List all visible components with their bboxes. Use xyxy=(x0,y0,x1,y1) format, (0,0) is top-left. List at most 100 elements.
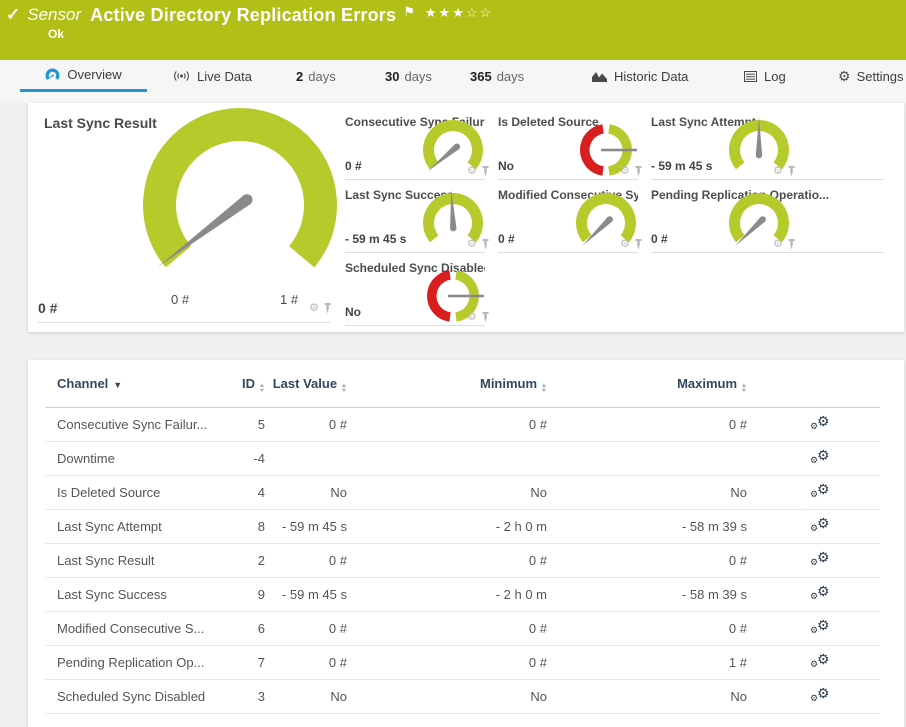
channel-actions: ⚙ ⚙ xyxy=(755,645,880,680)
gauge-value: 0 # xyxy=(651,232,668,246)
column-header-maximum[interactable]: Maximum ▲ ▼ xyxy=(555,360,755,408)
channel-maximum: - 58 m 39 s xyxy=(555,577,755,612)
log-icon xyxy=(744,70,757,82)
table-row: Scheduled Sync Disabled 3 No No No ⚙ ⚙ xyxy=(45,679,880,714)
panel-separator xyxy=(498,252,638,253)
gauge-scale-max: 1 # xyxy=(280,292,299,307)
gauge-settings-gear-icon[interactable]: ⚙ xyxy=(620,239,630,250)
panel-separator xyxy=(345,252,485,253)
tab-2-days[interactable]: 2 days xyxy=(288,60,344,92)
channel-maximum: 0 # xyxy=(555,611,755,646)
gauge-settings-gear-icon[interactable]: ⚙ xyxy=(467,312,477,323)
panel-separator xyxy=(345,179,485,180)
gauge-pin-icon[interactable] xyxy=(323,303,332,314)
channel-settings-icon[interactable]: ⚙ ⚙ xyxy=(810,516,832,536)
channel-settings-icon[interactable]: ⚙ ⚙ xyxy=(810,686,832,706)
gauges-card: Last Sync Result 0 # 1 # 0 # ⚙ Consecuti… xyxy=(28,103,904,332)
channel-settings-icon[interactable]: ⚙ ⚙ xyxy=(810,414,832,434)
tab-365-days[interactable]: 365 days xyxy=(462,60,532,92)
tab-overview[interactable]: Overview xyxy=(20,60,147,92)
gauge-value: No xyxy=(498,159,514,173)
gauge-settings-gear-icon[interactable]: ⚙ xyxy=(773,239,783,250)
gauge-panel-pending-replication-operatio: Pending Replication Operatio... 0 # ⚙ xyxy=(651,188,891,254)
channel-name: Modified Consecutive S... xyxy=(45,611,225,646)
broadcast-icon xyxy=(173,70,190,82)
tab-live-data[interactable]: Live Data xyxy=(165,60,260,92)
channel-name: Last Sync Attempt xyxy=(45,509,225,544)
page-title: Active Directory Replication Errors xyxy=(90,4,397,25)
tab-settings[interactable]: ⚙ Settings xyxy=(830,60,906,92)
channel-settings-icon[interactable]: ⚙ ⚙ xyxy=(810,618,832,638)
channel-minimum: No xyxy=(355,475,555,510)
tab-log[interactable]: Log xyxy=(736,60,794,92)
gauge-pin-icon[interactable] xyxy=(634,239,643,250)
channel-maximum: No xyxy=(555,475,755,510)
tab-label: days xyxy=(496,68,525,84)
channel-name: Last Sync Success xyxy=(45,577,225,612)
column-header-minimum[interactable]: Minimum ▲ ▼ xyxy=(355,360,555,408)
gauge-settings-gear-icon[interactable]: ⚙ xyxy=(773,166,783,177)
channel-settings-icon[interactable]: ⚙ ⚙ xyxy=(810,482,832,502)
gauge-settings-gear-icon[interactable]: ⚙ xyxy=(620,166,630,177)
gauge-panel-last-sync-success: Last Sync Success - 59 m 45 s ⚙ xyxy=(345,188,489,254)
channel-minimum: - 2 h 0 m xyxy=(355,509,555,544)
tab-label: days xyxy=(308,68,336,84)
channel-minimum: 0 # xyxy=(355,611,555,646)
channel-maximum: 0 # xyxy=(555,407,755,442)
main-gauge-panel: Last Sync Result 0 # 1 # 0 # ⚙ xyxy=(28,103,337,332)
channel-maximum xyxy=(555,441,755,476)
gauge-pin-icon[interactable] xyxy=(787,166,796,177)
column-header-channel[interactable]: Channel ▼ xyxy=(45,360,225,408)
gauge-pin-icon[interactable] xyxy=(481,239,490,250)
tab-label: Historic Data xyxy=(614,68,689,84)
channel-last-value: 0 # xyxy=(270,543,355,578)
gauge-settings-gear-icon[interactable]: ⚙ xyxy=(467,239,477,250)
channel-name: Downtime xyxy=(45,441,225,476)
channel-last-value: 0 # xyxy=(270,611,355,646)
gauge-value: 0 # xyxy=(345,159,362,173)
sensor-overview-page: ✓ Sensor Active Directory Replication Er… xyxy=(0,0,906,727)
channel-id: 9 xyxy=(225,577,270,612)
gauge-panel-scheduled-sync-disabled: Scheduled Sync Disabled No ⚙ xyxy=(345,261,489,327)
channel-name: Pending Replication Op... xyxy=(45,645,225,680)
gauge-settings-gear-icon[interactable]: ⚙ xyxy=(309,303,319,314)
gauge-pin-icon[interactable] xyxy=(481,312,490,323)
table-row: Consecutive Sync Failur... 5 0 #0 #0 # ⚙ ⚙ xyxy=(45,407,880,442)
channel-actions: ⚙ ⚙ xyxy=(755,475,880,510)
channel-maximum: 0 # xyxy=(555,543,755,578)
channel-settings-icon[interactable]: ⚙ ⚙ xyxy=(810,550,832,570)
channel-maximum: 1 # xyxy=(555,645,755,680)
tab-historic-data[interactable]: Historic Data xyxy=(584,60,696,92)
channel-last-value: - 59 m 45 s xyxy=(270,509,355,544)
gauge-pin-icon[interactable] xyxy=(481,166,490,177)
channel-settings-icon[interactable]: ⚙ ⚙ xyxy=(810,448,832,468)
table-row: Is Deleted Source 4 No No No ⚙ ⚙ xyxy=(45,475,880,510)
channel-actions: ⚙ ⚙ xyxy=(755,441,880,476)
sensor-header: ✓ Sensor Active Directory Replication Er… xyxy=(0,0,906,60)
column-header-actions xyxy=(755,360,880,408)
gauge-value: 0 # xyxy=(38,300,58,316)
sort-icon: ▲ ▼ xyxy=(340,383,348,394)
object-kind-label: Sensor xyxy=(27,5,82,24)
tab-30-days[interactable]: 30 days xyxy=(377,60,440,92)
channel-last-value: No xyxy=(270,679,355,714)
gauge-settings-gear-icon[interactable]: ⚙ xyxy=(467,166,477,177)
gauge-pin-icon[interactable] xyxy=(787,239,796,250)
channel-id: 2 xyxy=(225,543,270,578)
channel-name: Is Deleted Source xyxy=(45,475,225,510)
status-badge: Ok xyxy=(48,27,65,41)
channel-minimum: 0 # xyxy=(355,407,555,442)
channel-id: 8 xyxy=(225,509,270,544)
column-header-last-value[interactable]: Last Value ▲ ▼ xyxy=(270,360,355,408)
channel-settings-icon[interactable]: ⚙ ⚙ xyxy=(810,584,832,604)
priority-flag-icon[interactable]: ⚑ xyxy=(403,5,415,19)
priority-stars[interactable]: ★★★☆☆ xyxy=(425,5,493,21)
gauge-panel-consecutive-sync-failures: Consecutive Sync Failures 0 # ⚙ xyxy=(345,115,489,181)
column-header-id[interactable]: ID ▲ ▼ xyxy=(225,360,270,408)
tab-label: Live Data xyxy=(197,68,252,84)
panel-separator xyxy=(651,179,884,180)
gauge-pin-icon[interactable] xyxy=(634,166,643,177)
tab-number: 30 xyxy=(385,68,400,84)
channel-actions: ⚙ ⚙ xyxy=(755,509,880,544)
channel-settings-icon[interactable]: ⚙ ⚙ xyxy=(810,652,832,672)
